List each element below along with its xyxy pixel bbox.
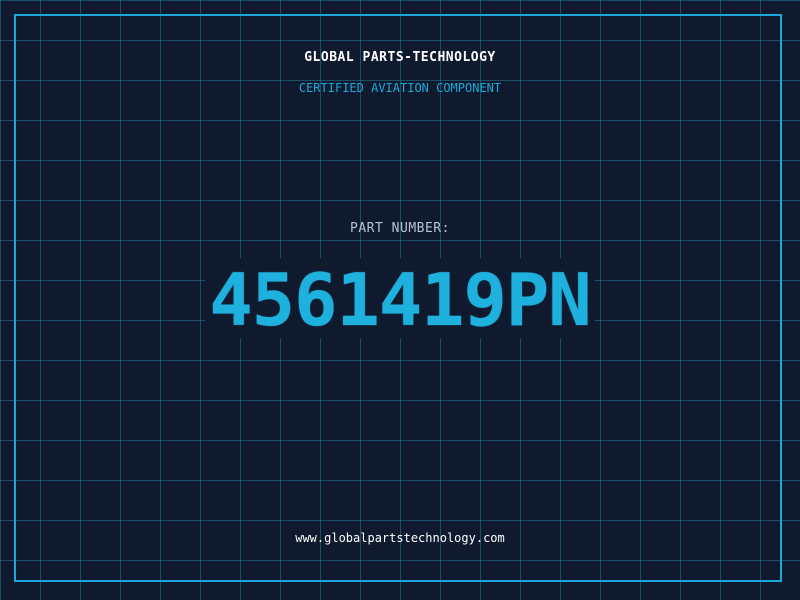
website-url: www.globalpartstechnology.com xyxy=(295,531,505,545)
part-number-label: PART NUMBER: xyxy=(350,221,450,236)
company-title: GLOBAL PARTS-TECHNOLOGY xyxy=(304,50,496,65)
label-canvas: GLOBAL PARTS-TECHNOLOGY CERTIFIED AVIATI… xyxy=(0,0,800,600)
part-number-value: 4561419PN xyxy=(205,258,595,338)
part-number-container: 4561419PN xyxy=(0,258,800,338)
certification-subtitle: CERTIFIED AVIATION COMPONENT xyxy=(298,81,502,95)
